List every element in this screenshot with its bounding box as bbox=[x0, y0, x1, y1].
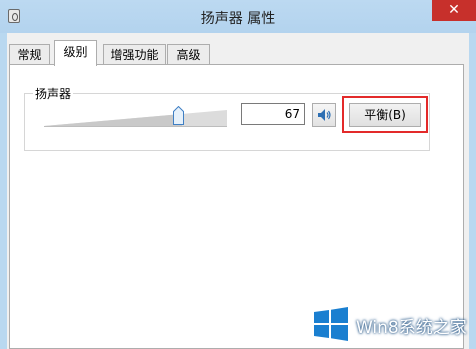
group-label-speaker: 扬声器 bbox=[33, 85, 74, 102]
tab-general[interactable]: 常规 bbox=[9, 44, 50, 65]
tab-levels[interactable]: 级别 bbox=[54, 40, 97, 66]
tab-advanced[interactable]: 高级 bbox=[167, 44, 210, 65]
volume-slider[interactable] bbox=[44, 106, 227, 128]
close-button[interactable]: ✕ bbox=[432, 0, 476, 21]
volume-slider-track[interactable] bbox=[44, 106, 227, 128]
balance-button[interactable]: 平衡(B) bbox=[349, 103, 421, 127]
mute-button[interactable] bbox=[312, 103, 336, 127]
watermark-text: Win8系统之家 bbox=[356, 318, 467, 338]
window-title: 扬声器 属性 bbox=[200, 11, 276, 27]
windows-logo-icon bbox=[314, 307, 348, 341]
tab-enhancements[interactable]: 增强功能 bbox=[103, 44, 166, 65]
title-bar: 扬声器 属性 ✕ bbox=[0, 0, 476, 33]
dialog-client-area: 常规 级别 增强功能 高级 扬声器 67 平衡(B) bbox=[7, 33, 469, 349]
properties-window: 扬声器 属性 ✕ 常规 级别 增强功能 高级 扬声器 67 平衡(B) Win8… bbox=[0, 0, 476, 349]
volume-slider-thumb[interactable] bbox=[173, 106, 184, 125]
speaker-volume-icon bbox=[318, 109, 331, 121]
volume-value-field[interactable]: 67 bbox=[241, 103, 305, 125]
speaker-level-group: 扬声器 67 平衡(B) bbox=[24, 85, 430, 151]
watermark: Win8系统之家 bbox=[312, 306, 472, 342]
